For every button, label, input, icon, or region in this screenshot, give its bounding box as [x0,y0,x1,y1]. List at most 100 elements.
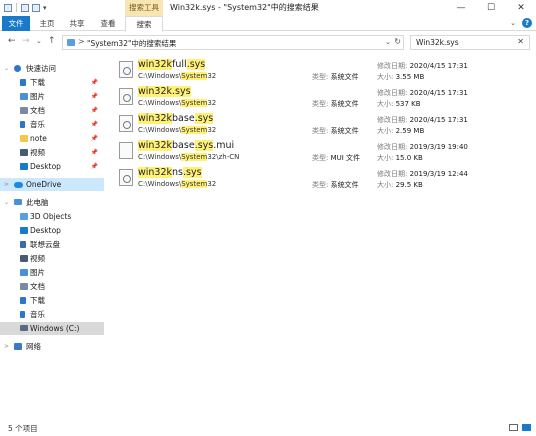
file-name: win32k.sys [138,86,191,97]
nav-item-network[interactable]: > 网络 [0,340,104,353]
pin-icon: 📌 [90,79,98,86]
nav-item-pictures[interactable]: 图片 [0,266,104,279]
desktop-icon [20,227,28,234]
details-view-icon[interactable] [509,424,518,431]
nav-item-desktop[interactable]: Desktop [0,224,104,237]
result-item[interactable]: win32kns.sys C:\Windows\System32 类型: 系统文… [112,166,532,192]
expander-chevron-icon[interactable]: ⌄ [4,196,9,209]
onedrive-icon [14,182,23,188]
result-item[interactable]: win32kfull.sys C:\Windows\System32 类型: 系… [112,58,532,84]
breadcrumb-separator[interactable]: > [78,37,85,46]
item-count: 5 个项目 [8,424,38,433]
forward-button[interactable]: → [22,36,30,46]
nav-item-label: 下载 [30,296,45,305]
file-type: 类型: 系统文件 [312,181,359,189]
expand-ribbon-chevron-icon[interactable]: ⌄ [510,19,516,27]
nav-item-label: Windows (C:) [30,324,80,333]
nav-item-music-pinned[interactable]: 音乐 📌 [0,118,104,131]
nav-item-label: 联想云盘 [30,240,60,249]
nav-item-label: 视频 [30,148,45,157]
close-button[interactable]: ✕ [506,0,536,16]
window-title: Win32k.sys - "System32"中的搜索结果 [170,3,319,12]
star-icon [14,65,21,72]
nav-item-this-pc[interactable]: ⌄ 此电脑 [0,196,104,209]
result-item[interactable]: win32kbase.sys.mui C:\Windows\System32\z… [112,139,532,165]
pictures-icon [20,269,28,276]
nav-item-videos[interactable]: 视频 [0,252,104,265]
nav-item-documents-pinned[interactable]: 文档 📌 [0,104,104,117]
nav-item-videos-pinned[interactable]: 视频 📌 [0,146,104,159]
file-path: C:\Windows\System32 [138,99,217,107]
pin-icon: 📌 [90,107,98,114]
new-folder-icon[interactable] [32,3,40,12]
tab-home[interactable]: 主页 [34,16,60,31]
status-bar: 5 个项目 [0,420,536,436]
search-box[interactable]: Win32k.sys ✕ [410,35,530,50]
file-path: C:\Windows\System32 [138,72,217,80]
nav-item-label: 音乐 [30,120,45,129]
result-item[interactable]: win32k.sys C:\Windows\System32 类型: 系统文件 … [112,85,532,111]
address-dropdown-chevron-icon[interactable]: ⌄ [385,38,391,46]
clear-search-icon[interactable]: ✕ [517,37,524,46]
file-name: win32kbase.sys.mui [138,140,235,151]
navigation-pane[interactable]: ⌄ 快速访问 下载 📌 图片 📌 文档 📌 音乐 📌 note 📌 视频 📌 D… [0,54,106,418]
file-size: 大小: 29.5 KB [377,181,423,189]
toolbar-divider [16,3,17,12]
result-item[interactable]: win32kbase.sys C:\Windows\System32 类型: 系… [112,112,532,138]
search-input[interactable]: Win32k.sys [416,38,459,47]
pin-icon: 📌 [90,93,98,100]
back-button[interactable]: ← [8,36,16,46]
nav-item-desktop-pinned[interactable]: Desktop 📌 [0,160,104,173]
up-button[interactable]: ↑ [48,36,56,46]
expander-chevron-icon[interactable]: > [4,340,9,353]
large-icons-view-icon[interactable] [522,424,531,431]
file-path: C:\Windows\System32\zh-CN [138,153,240,161]
nav-item-quick-access[interactable]: ⌄ 快速访问 [0,62,104,75]
music-icon [20,121,25,128]
pictures-icon [20,93,28,100]
expander-chevron-icon[interactable]: > [4,178,9,191]
nav-item-downloads-pinned[interactable]: 下载 📌 [0,76,104,89]
nav-item-label: 视频 [30,254,45,263]
system-file-icon [119,169,133,186]
maximize-button[interactable]: ☐ [476,0,506,16]
drive-icon [20,325,28,331]
nav-item-downloads[interactable]: 下载 [0,294,104,307]
nav-item-note-pinned[interactable]: note 📌 [0,132,104,145]
documents-icon [20,283,28,290]
ribbon-tab-bar: 文件 主页 共享 查看 搜索 ⌄ ? [0,16,536,32]
file-type: 类型: 系统文件 [312,100,359,108]
expander-chevron-icon[interactable]: ⌄ [4,62,9,75]
file-path: C:\Windows\System32 [138,126,217,134]
search-results-list[interactable]: win32kfull.sys C:\Windows\System32 类型: 系… [112,56,532,416]
minimize-button[interactable]: — [446,0,476,16]
help-icon[interactable]: ? [522,18,532,28]
nav-item-label: Desktop [30,162,61,171]
file-modified: 修改日期: 2020/4/15 17:31 [377,116,468,124]
nav-item-onedrive[interactable]: > OneDrive [0,178,104,191]
nav-item-windows-c[interactable]: Windows (C:) [0,322,104,335]
nav-item-documents[interactable]: 文档 [0,280,104,293]
address-bar[interactable]: > "System32"中的搜索结果 ⌄ ↻ [62,35,404,50]
videos-icon [20,149,28,156]
nav-item-pictures-pinned[interactable]: 图片 📌 [0,90,104,103]
desktop-icon [20,163,28,170]
customize-toolbar-chevron-icon[interactable]: ▾ [43,4,47,12]
refresh-icon[interactable]: ↻ [394,37,401,46]
breadcrumb-path[interactable]: "System32"中的搜索结果 [87,38,176,49]
recent-locations-chevron-icon[interactable]: ⌄ [36,37,42,45]
tab-view[interactable]: 查看 [95,16,121,31]
pin-icon: 📌 [90,121,98,128]
3d-objects-icon [20,213,28,220]
nav-item-label: 下载 [30,78,45,87]
tab-file[interactable]: 文件 [2,16,30,31]
videos-icon [20,255,28,262]
tab-share[interactable]: 共享 [64,16,90,31]
tab-search[interactable]: 搜索 [125,16,163,32]
nav-item-cloud-drive[interactable]: 联想云盘 [0,238,104,251]
nav-item-music[interactable]: 音乐 [0,308,104,321]
nav-item-3d-objects[interactable]: 3D Objects [0,210,104,223]
network-icon [14,343,22,350]
nav-item-label: 图片 [30,268,45,277]
properties-icon[interactable] [21,3,29,12]
